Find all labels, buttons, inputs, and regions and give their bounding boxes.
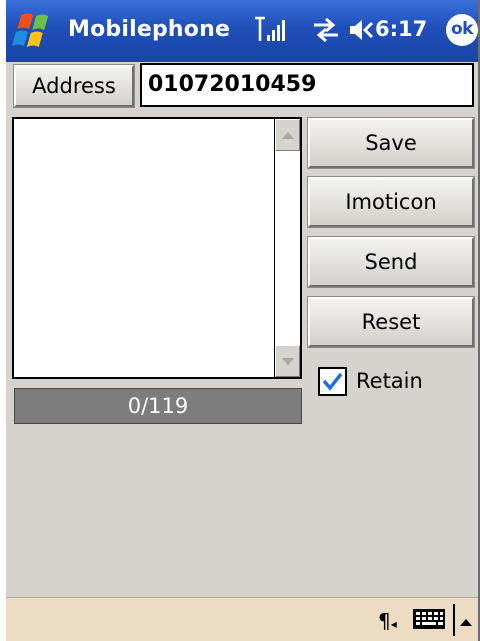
paragraph-icon[interactable]: ¶◂ (378, 609, 397, 633)
ok-button[interactable]: ok (446, 14, 478, 46)
clock[interactable]: 6:17 (375, 17, 427, 41)
address-button[interactable]: Address (13, 64, 135, 108)
retain-label[interactable]: Retain (356, 369, 423, 393)
title-bar: Mobilephone 6:17 ok (6, 0, 478, 62)
send-button[interactable]: Send (307, 236, 475, 288)
app-title: Mobilephone (68, 17, 231, 42)
signal-icon[interactable] (253, 15, 289, 49)
scroll-down-arrow-icon (282, 358, 294, 365)
windows-start-icon[interactable] (10, 10, 58, 52)
speaker-icon[interactable] (348, 17, 374, 47)
reset-button[interactable]: Reset (307, 296, 475, 348)
sip-up-arrow-icon[interactable] (459, 612, 473, 631)
message-textarea[interactable] (12, 117, 302, 379)
sip-divider (453, 604, 455, 636)
checkmark-icon (322, 372, 343, 391)
retain-checkbox[interactable] (318, 367, 347, 396)
app-window: Mobilephone 6:17 ok Address 01072010459 … (6, 0, 480, 641)
scroll-up-button[interactable] (275, 119, 300, 151)
phone-number-input[interactable]: 01072010459 (140, 63, 474, 107)
message-scrollbar[interactable] (274, 119, 300, 377)
imoticon-button[interactable]: Imoticon (307, 176, 475, 228)
character-counter: 0/119 (14, 388, 302, 424)
sync-icon[interactable] (312, 17, 340, 47)
keyboard-icon[interactable] (412, 608, 446, 634)
save-button[interactable]: Save (307, 117, 475, 169)
scroll-down-button[interactable] (275, 345, 300, 377)
scroll-up-arrow-icon (282, 132, 294, 139)
menu-bar: ¶◂ (6, 597, 478, 641)
